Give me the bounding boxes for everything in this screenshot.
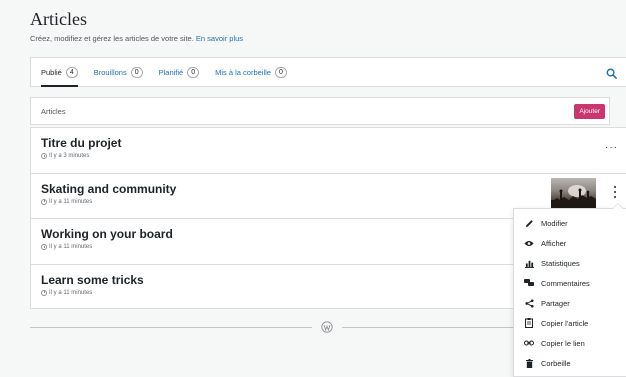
post-row[interactable]: Titre du projet Il y a 3 minutes ··· bbox=[31, 128, 626, 174]
tab-count: 4 bbox=[65, 66, 78, 78]
menu-item-copy-link[interactable]: Copier le lien bbox=[514, 333, 626, 353]
tab-label: Planifié bbox=[158, 67, 184, 77]
trash-icon bbox=[524, 358, 534, 368]
comments-icon bbox=[524, 278, 534, 288]
list-header-label: Articles bbox=[41, 106, 66, 116]
post-time: Il y a 11 minutes bbox=[49, 289, 93, 296]
pencil-icon bbox=[524, 218, 534, 228]
tab-label: Brouillons bbox=[93, 67, 127, 77]
footer-divider bbox=[30, 321, 596, 333]
post-title[interactable]: Titre du projet bbox=[41, 136, 616, 151]
eye-icon bbox=[524, 238, 534, 248]
menu-item-trash[interactable]: Corbeille bbox=[514, 353, 626, 373]
link-icon bbox=[524, 338, 534, 348]
search-icon bbox=[606, 68, 617, 79]
search-button[interactable] bbox=[604, 66, 618, 80]
tab-published[interactable]: Publié 4 bbox=[41, 57, 78, 87]
menu-item-label: Modifier bbox=[541, 218, 568, 228]
menu-item-label: Afficher bbox=[541, 238, 567, 248]
clock-icon bbox=[41, 198, 47, 205]
tab-count: 0 bbox=[187, 66, 200, 78]
menu-item-copy-post[interactable]: Copier l'article bbox=[514, 313, 626, 333]
menu-item-label: Copier l'article bbox=[541, 318, 589, 328]
status-tabs: Publié 4 Brouillons 0 Planifié 0 Mis à l… bbox=[30, 57, 626, 87]
menu-item-label: Statistiques bbox=[541, 258, 580, 268]
post-meta: Il y a 11 minutes bbox=[41, 198, 616, 205]
tab-drafts[interactable]: Brouillons 0 bbox=[94, 57, 143, 87]
menu-item-comments[interactable]: Commentaires bbox=[514, 273, 626, 293]
menu-item-stats[interactable]: Statistiques bbox=[514, 253, 626, 273]
copy-icon bbox=[524, 318, 534, 328]
wordpress-logo-icon bbox=[321, 321, 333, 333]
page-header: Articles Créez, modifiez et gérez les ar… bbox=[30, 8, 612, 44]
tab-label: Publié bbox=[41, 67, 62, 77]
tab-count: 0 bbox=[274, 66, 287, 78]
page-subtitle-text: Créez, modifiez et gérez les articles de… bbox=[30, 34, 194, 43]
clock-icon bbox=[41, 153, 47, 159]
add-post-button[interactable]: Ajouter bbox=[574, 104, 605, 119]
more-options-button[interactable]: ··· bbox=[605, 143, 618, 153]
post-time: Il y a 11 minutes bbox=[49, 198, 93, 205]
menu-item-view[interactable]: Afficher bbox=[514, 233, 626, 253]
page-subtitle: Créez, modifiez et gérez les articles de… bbox=[30, 34, 612, 44]
clock-icon bbox=[41, 289, 47, 296]
post-title[interactable]: Skating and community bbox=[41, 182, 616, 197]
post-meta: Il y a 3 minutes bbox=[41, 153, 616, 159]
share-icon bbox=[524, 298, 534, 308]
articles-list-header: Articles Ajouter bbox=[30, 97, 610, 125]
menu-item-label: Copier le lien bbox=[541, 338, 585, 348]
menu-item-label: Commentaires bbox=[541, 278, 590, 288]
tab-scheduled[interactable]: Planifié 0 bbox=[159, 57, 200, 87]
learn-more-link[interactable]: En savoir plus bbox=[196, 34, 243, 43]
page-title: Articles bbox=[30, 9, 87, 29]
tab-count: 0 bbox=[130, 66, 143, 78]
more-options-button-active[interactable] bbox=[614, 185, 616, 200]
divider-line bbox=[30, 327, 312, 328]
divider-line bbox=[342, 327, 522, 328]
articles-page: Articles Créez, modifiez et gérez les ar… bbox=[0, 0, 626, 377]
menu-item-edit[interactable]: Modifier bbox=[514, 213, 626, 233]
menu-item-label: Corbeille bbox=[541, 358, 571, 368]
menu-item-share[interactable]: Partager bbox=[514, 293, 626, 313]
clock-icon bbox=[41, 244, 47, 250]
tab-label: Mis à la corbeille bbox=[215, 67, 271, 77]
post-actions-menu: Modifier Afficher Statistiques Commentai… bbox=[513, 203, 626, 377]
bar-chart-icon bbox=[524, 258, 534, 268]
post-time: Il y a 3 minutes bbox=[49, 153, 90, 159]
menu-item-label: Partager bbox=[541, 298, 570, 308]
post-time: Il y a 11 minutes bbox=[49, 244, 93, 250]
tab-trashed[interactable]: Mis à la corbeille 0 bbox=[215, 57, 287, 87]
